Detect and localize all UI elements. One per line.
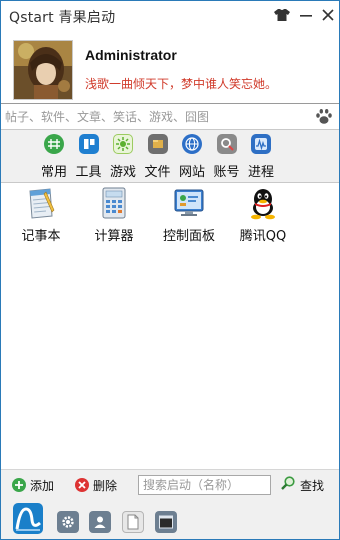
add-label: 添加 xyxy=(30,478,55,493)
dock xyxy=(1,499,339,539)
common-icon xyxy=(44,134,64,154)
file-icon xyxy=(147,134,168,154)
tab-label: 常用 xyxy=(40,165,67,180)
settings-icon[interactable] xyxy=(57,511,79,533)
find-label: 查找 xyxy=(300,478,325,493)
action-bar: 添加 删除 查找 xyxy=(1,469,339,499)
category-tabs: 常用 工具 游戏 文件 网站 账号 进程 xyxy=(1,130,339,183)
app-name: 控制面板 xyxy=(162,229,215,244)
paw-icon[interactable] xyxy=(315,108,333,129)
minimize-icon[interactable] xyxy=(295,3,317,27)
app-calculator[interactable]: 计算器 xyxy=(74,184,154,254)
tab-common[interactable]: 常用 xyxy=(37,130,72,183)
user-motto[interactable]: 浅歌一曲倾天下，梦中谁人笑忘她。 xyxy=(85,75,277,92)
shirt-icon[interactable] xyxy=(271,3,293,27)
username[interactable]: Administrator xyxy=(85,47,177,63)
tab-label: 游戏 xyxy=(109,165,136,180)
tab-tools[interactable]: 工具 xyxy=(72,130,107,183)
profile-panel: Administrator 浅歌一曲倾天下，梦中谁人笑忘她。 xyxy=(1,31,339,103)
tab-game[interactable]: 游戏 xyxy=(106,130,141,183)
tools-icon xyxy=(78,134,99,154)
document-icon[interactable] xyxy=(122,511,144,533)
tab-label: 文件 xyxy=(144,165,171,180)
app-name: 记事本 xyxy=(21,229,61,244)
delete-button[interactable]: 删除 xyxy=(75,475,117,495)
search-bar xyxy=(1,103,339,130)
magnifier-icon xyxy=(280,475,296,495)
tab-label: 网站 xyxy=(178,165,205,180)
game-icon xyxy=(113,134,133,154)
control-panel-icon xyxy=(172,186,206,220)
tab-label: 账号 xyxy=(213,165,240,180)
process-icon xyxy=(251,134,271,154)
plus-icon xyxy=(12,478,26,492)
tab-file[interactable]: 文件 xyxy=(141,130,176,183)
app-qq[interactable]: 腾讯QQ xyxy=(223,184,303,254)
app-notepad[interactable]: 记事本 xyxy=(1,184,81,254)
window-title: Qstart 青果启动 xyxy=(9,10,116,26)
avatar[interactable] xyxy=(13,40,73,100)
qq-icon xyxy=(246,186,280,220)
search-input[interactable] xyxy=(5,107,305,127)
app-name: 腾讯QQ xyxy=(239,229,287,244)
globe-icon xyxy=(182,134,202,154)
find-button[interactable]: 查找 xyxy=(280,475,324,495)
delete-label: 删除 xyxy=(93,478,118,493)
tab-label: 工具 xyxy=(75,165,102,180)
title-bar[interactable]: Qstart 青果启动 xyxy=(1,1,339,31)
find-input[interactable] xyxy=(138,475,271,495)
app-control-panel[interactable]: 控制面板 xyxy=(149,184,229,254)
tab-account[interactable]: 账号 xyxy=(210,130,245,183)
delete-icon xyxy=(75,478,89,492)
terminal-icon[interactable] xyxy=(155,511,177,533)
notepad-icon xyxy=(24,186,58,220)
app-window: Qstart 青果启动 Administrator 浅歌一曲倾天下，梦中谁人笑忘… xyxy=(0,0,340,540)
add-button[interactable]: 添加 xyxy=(12,475,54,495)
tab-website[interactable]: 网站 xyxy=(175,130,210,183)
account-icon xyxy=(216,134,237,154)
calculator-icon xyxy=(97,186,131,220)
app-name: 计算器 xyxy=(94,229,134,244)
close-icon[interactable] xyxy=(317,3,339,27)
tab-label: 进程 xyxy=(247,165,274,180)
app-grid: 记事本 计算器 控制面板 腾讯QQ xyxy=(1,184,339,469)
tab-process[interactable]: 进程 xyxy=(244,130,279,183)
qstart-logo-icon[interactable] xyxy=(13,503,43,534)
user-icon[interactable] xyxy=(89,511,111,533)
